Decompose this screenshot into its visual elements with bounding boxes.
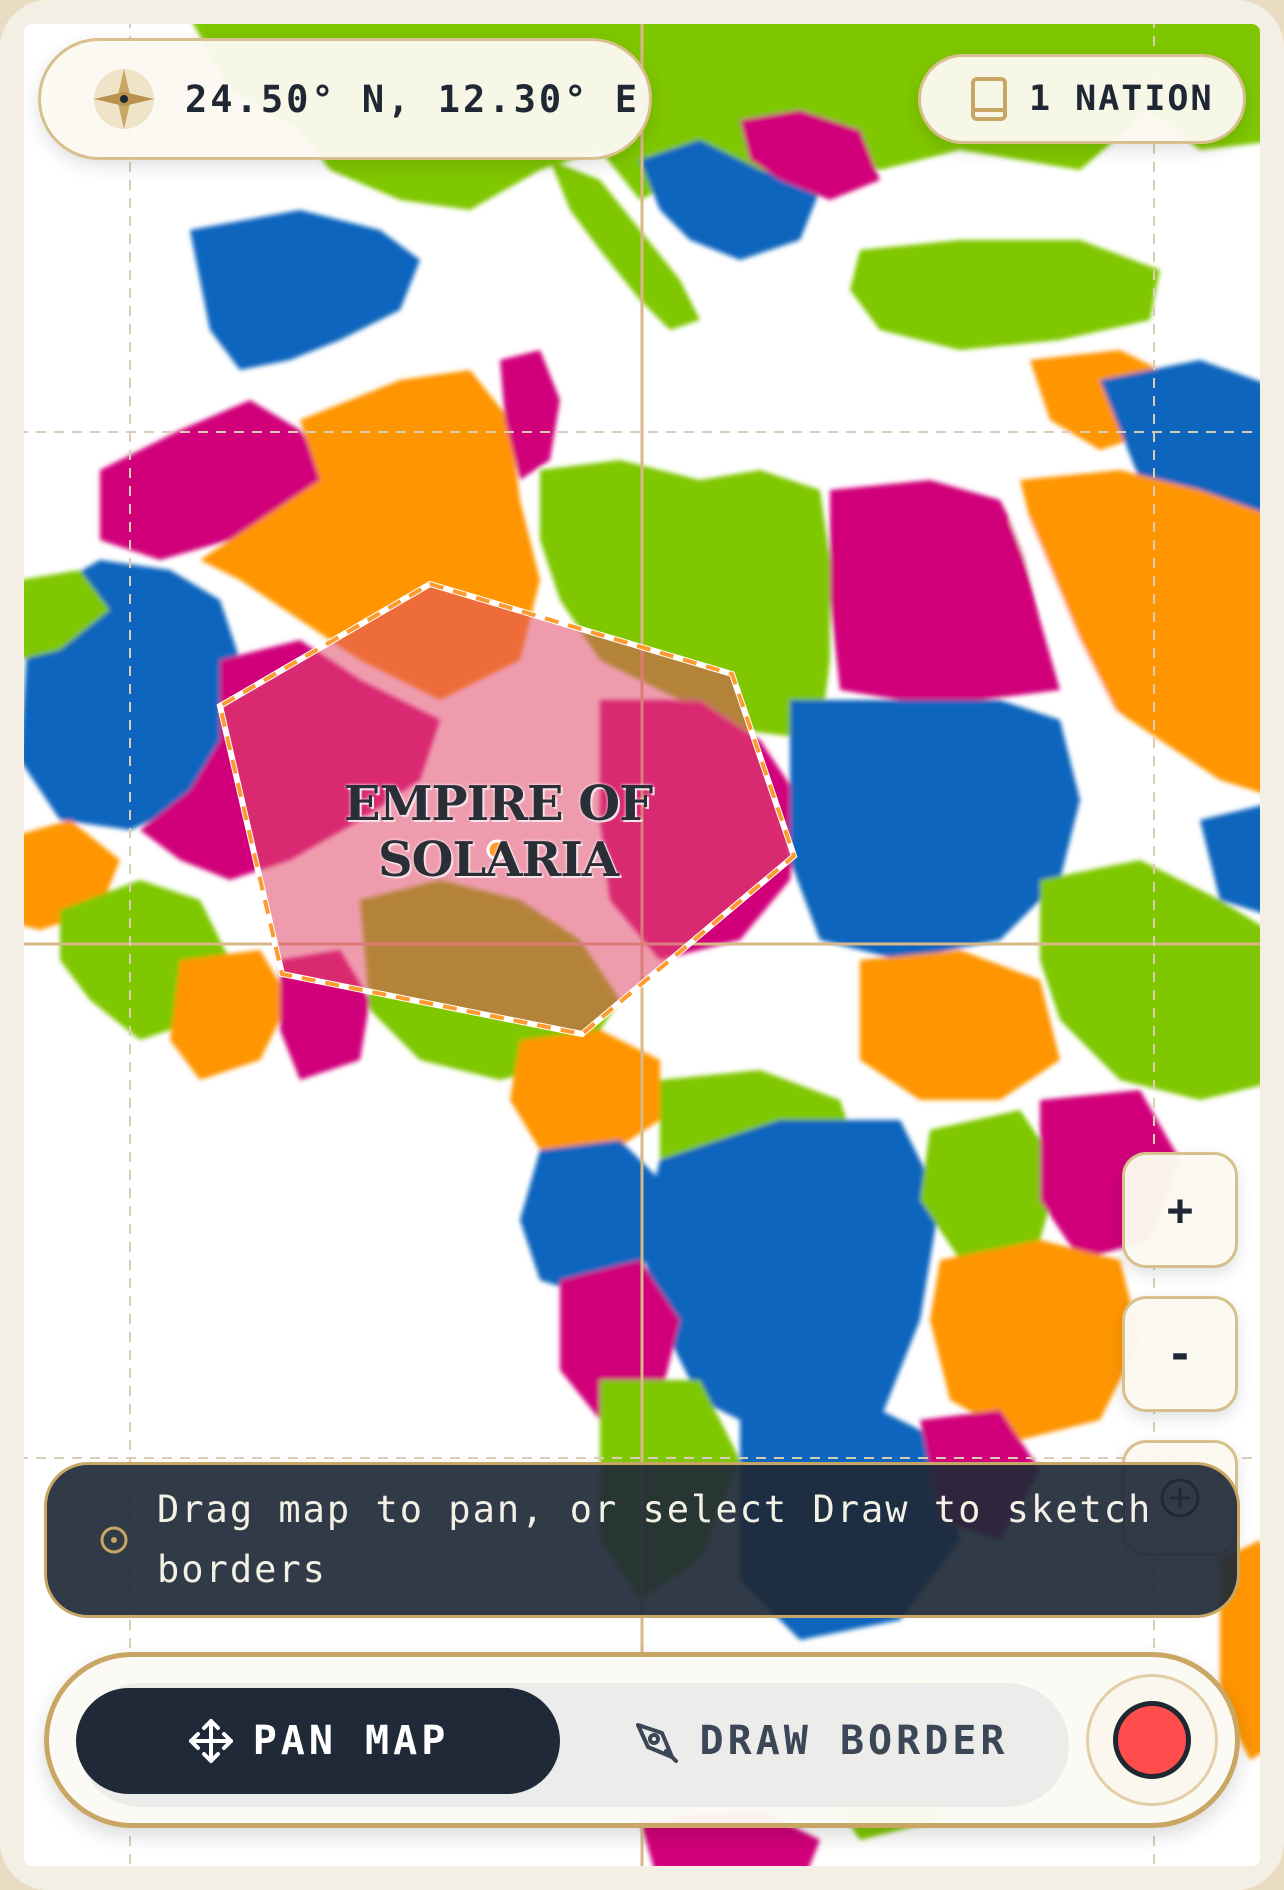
draw-border-button[interactable]: DRAW BORDER [600,1688,1040,1794]
pen-icon [635,1723,678,1763]
compass-icon [94,69,154,129]
move-icon [188,1719,233,1763]
pan-map-label: PAN MAP [252,1718,450,1764]
coordinates-display: 24.50° N, 12.30° E [38,38,652,160]
nation-label[interactable]: EMPIRE OF SOLARIA [218,776,778,888]
draw-border-label: DRAW BORDER [699,1718,1009,1764]
hint-banner: Drag map to pan, or select Draw to sketc… [44,1462,1240,1618]
record-button[interactable] [1086,1674,1218,1806]
book-icon [971,77,1007,121]
zoom-in-button[interactable]: + [1122,1152,1238,1268]
nation-count-text: 1 NATION [1029,79,1214,119]
info-icon [100,1526,128,1554]
nation-count-badge[interactable]: 1 NATION [918,54,1246,144]
hint-text: Drag map to pan, or select Draw to sketc… [157,1488,1153,1591]
device-frame: EMPIRE OF SOLARIA 24.50° N, 12.30° E 1 N… [0,0,1284,1890]
pan-map-button[interactable]: PAN MAP [76,1688,560,1794]
zoom-out-button[interactable]: - [1122,1296,1238,1412]
record-icon [1113,1701,1191,1779]
coordinates-text: 24.50° N, 12.30° E [185,77,640,121]
